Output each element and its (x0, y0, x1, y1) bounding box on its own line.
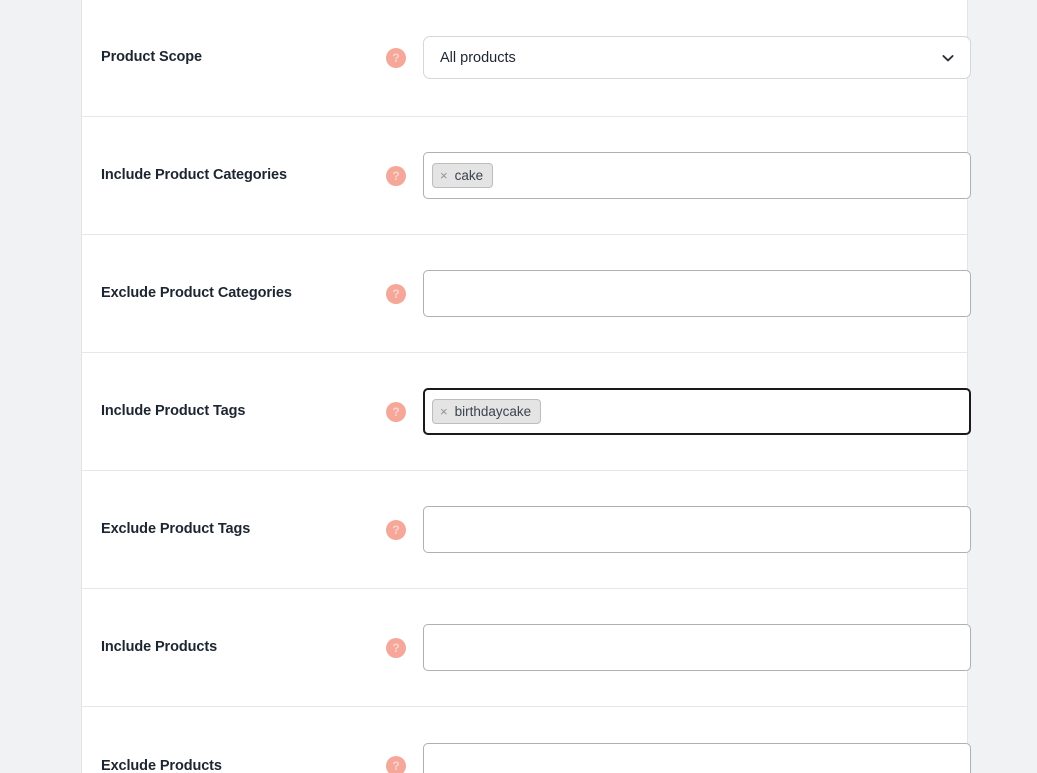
control-wrapper-include-products (423, 624, 971, 671)
field-row-include-product-tags: Include Product Tags? × birthdaycake (82, 353, 971, 471)
token-input-include-product-categories[interactable] (497, 163, 962, 188)
chevron-down-icon (941, 51, 955, 65)
field-label-exclude-products: Exclude Products (101, 757, 222, 773)
control-wrapper-exclude-product-tags (423, 506, 971, 553)
chip[interactable]: × birthdaycake (432, 399, 542, 424)
token-field-exclude-product-categories[interactable] (423, 270, 971, 317)
control-wrapper-include-product-categories: × cake (423, 152, 971, 199)
help-icon[interactable]: ? (386, 283, 406, 304)
token-field-exclude-product-tags[interactable] (423, 506, 971, 553)
help-icon[interactable]: ? (386, 519, 406, 540)
token-field-include-products[interactable] (423, 624, 971, 671)
token-field-include-product-categories[interactable]: × cake (423, 152, 971, 199)
token-input-include-products[interactable] (432, 635, 962, 660)
field-label-exclude-product-tags: Exclude Product Tags (101, 521, 251, 538)
product-scope-settings-card: Product Scope? All products Include Produc… (81, 0, 971, 773)
control-wrapper-exclude-products (423, 742, 971, 773)
field-label-include-product-tags: Include Product Tags (101, 403, 246, 420)
control-wrapper-exclude-product-categories (423, 270, 971, 317)
field-row-exclude-products: Exclude Products? (82, 707, 971, 773)
field-row-exclude-product-categories: Exclude Product Categories? (82, 235, 971, 353)
field-row-include-products: Include Products? (82, 589, 971, 707)
token-input-include-product-tags[interactable] (545, 399, 962, 424)
help-icon[interactable]: ? (386, 165, 406, 186)
page-root: Product Scope? All products Include Produc… (0, 0, 1037, 773)
field-label-product-scope: Product Scope (101, 49, 203, 66)
token-input-exclude-products[interactable] (432, 753, 962, 773)
token-input-exclude-product-categories[interactable] (432, 281, 962, 306)
control-wrapper-product-scope: All products (423, 36, 971, 79)
control-wrapper-include-product-tags: × birthdaycake (423, 388, 971, 435)
close-icon[interactable]: × (440, 405, 448, 418)
help-icon[interactable]: ? (386, 47, 406, 68)
field-row-exclude-product-tags: Exclude Product Tags? (82, 471, 971, 589)
token-field-include-product-tags[interactable]: × birthdaycake (423, 388, 971, 435)
chip-label: birthdaycake (454, 403, 532, 419)
help-icon[interactable]: ? (386, 637, 406, 658)
field-row-include-product-categories: Include Product Categories? × cake (82, 117, 971, 235)
help-icon[interactable]: ? (386, 756, 406, 773)
field-label-include-products: Include Products (101, 639, 218, 656)
chip-label: cake (454, 167, 484, 183)
help-icon[interactable]: ? (386, 401, 406, 422)
close-icon[interactable]: × (440, 169, 448, 182)
field-label-exclude-product-categories: Exclude Product Categories (101, 285, 292, 302)
select-product-scope[interactable]: All products (423, 36, 971, 79)
chip[interactable]: × cake (432, 163, 494, 188)
token-input-exclude-product-tags[interactable] (432, 517, 962, 542)
field-label-include-product-categories: Include Product Categories (101, 167, 287, 184)
field-row-product-scope: Product Scope? All products (82, 0, 971, 117)
token-field-exclude-products[interactable] (423, 742, 971, 773)
select-value-product-scope: All products (440, 49, 516, 66)
